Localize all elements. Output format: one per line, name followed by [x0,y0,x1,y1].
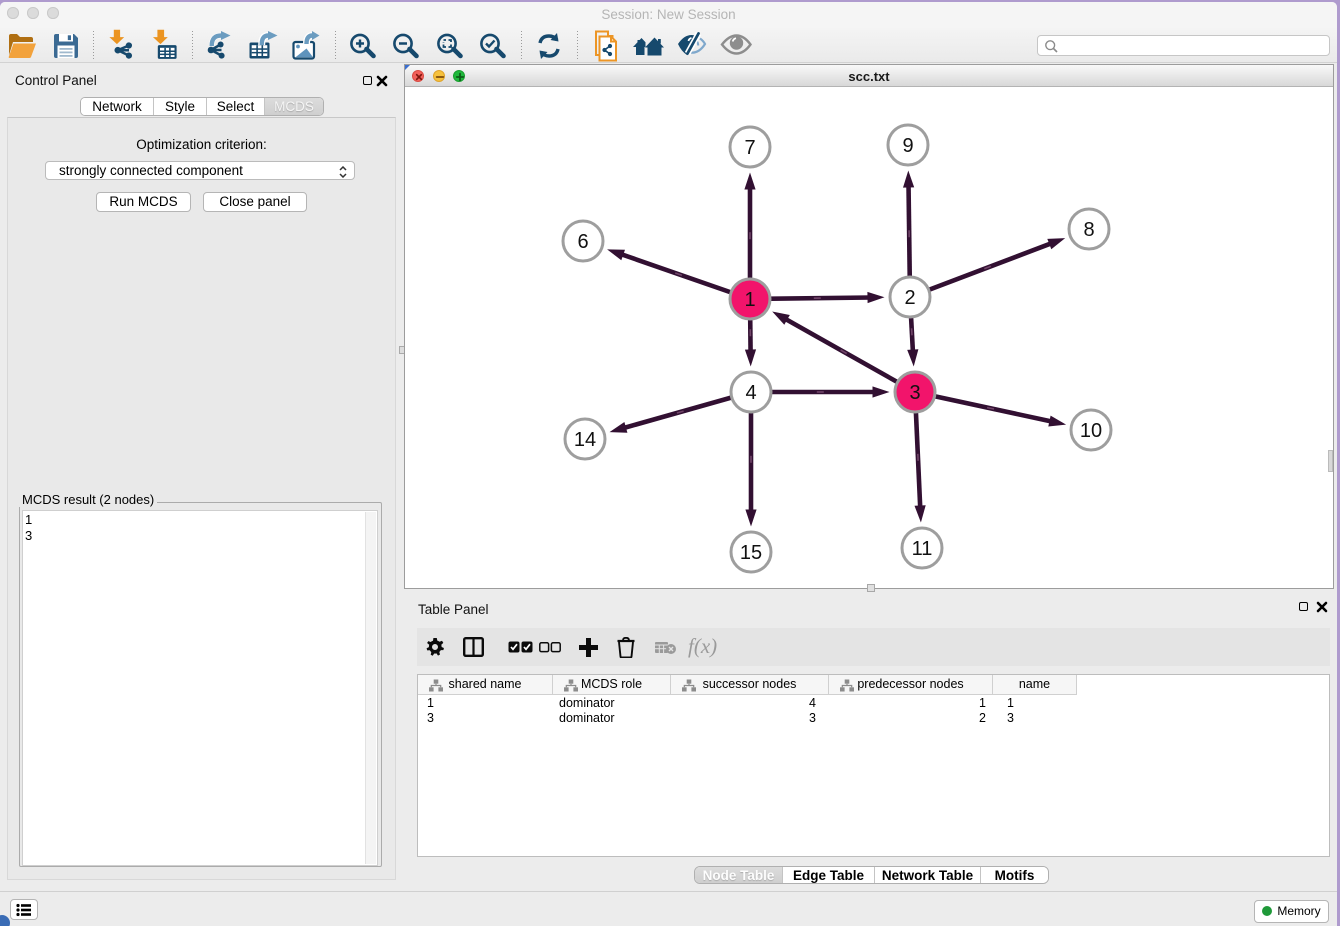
svg-text:6: 6 [577,231,588,253]
svg-text:11: 11 [912,538,933,560]
svg-text:8: 8 [1083,219,1094,241]
svg-text:9: 9 [902,135,913,157]
svg-text:4: 4 [745,382,756,404]
svg-text:3: 3 [909,382,920,404]
svg-text:14: 14 [574,429,596,451]
svg-text:10: 10 [1080,420,1102,442]
svg-text:2: 2 [904,287,915,309]
svg-text:15: 15 [740,542,762,564]
svg-text:7: 7 [744,137,755,159]
svg-text:1: 1 [744,289,755,311]
